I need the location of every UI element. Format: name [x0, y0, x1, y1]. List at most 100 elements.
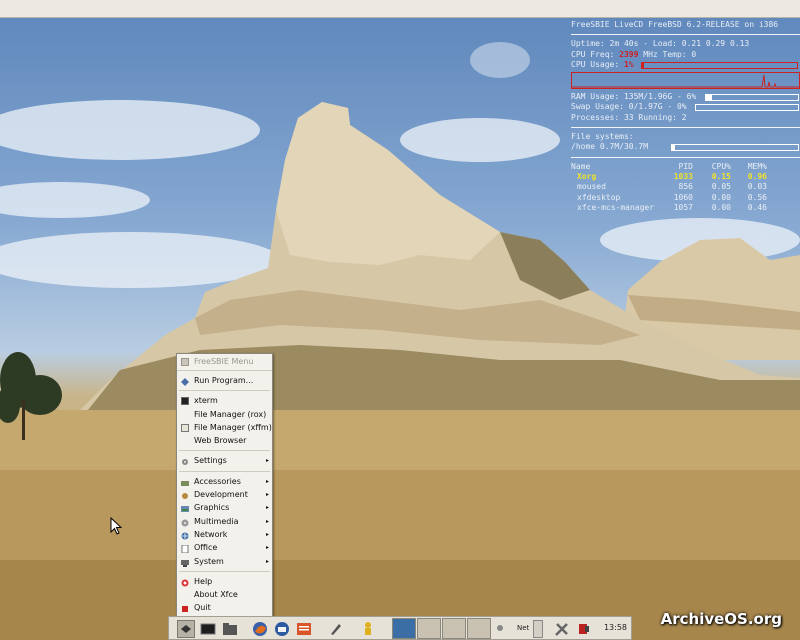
menu-separator — [179, 470, 270, 472]
terminal-icon — [181, 397, 189, 406]
workspace-3[interactable] — [442, 618, 466, 639]
help-icon — [181, 578, 189, 587]
process-pid: 1033 — [673, 171, 693, 181]
terminal-icon — [200, 623, 216, 635]
xfce-mouse-icon — [181, 625, 191, 633]
folder-icon — [223, 623, 237, 635]
monitor-divider — [571, 34, 800, 36]
freesbie-logo-icon — [181, 358, 189, 366]
xfce-menu-button[interactable] — [177, 620, 195, 638]
submenu-arrow-icon: ▸ — [265, 544, 269, 552]
process-row: xfdesktop 1060 0.00 0.56 — [571, 193, 800, 203]
cpu-usage-line: CPU Usage: 1% — [571, 60, 800, 70]
clock[interactable]: 13:58 — [604, 623, 627, 632]
process-pid: 1057 — [673, 202, 693, 212]
menu-item-file-manager-rox[interactable]: File Manager (rox) — [177, 408, 272, 421]
net-load-label: Net — [517, 624, 530, 632]
process-name: Xorg — [577, 171, 597, 181]
fs-text: /home 0.7M/30.7M — [571, 142, 649, 152]
process-cpu: 0.05 — [711, 182, 731, 192]
process-cpu: 0.15 — [711, 171, 731, 181]
workspace-2[interactable] — [417, 618, 441, 639]
menu-item-xterm[interactable]: xterm — [177, 394, 272, 407]
swap-bar — [695, 104, 799, 112]
cpu-freq-line: CPU Freq: 2399 MHz Temp: 0 — [571, 50, 800, 60]
notify-dot-icon — [497, 625, 503, 631]
menu-item-label: Multimedia — [194, 516, 239, 526]
menu-item-run-program[interactable]: Run Program... — [177, 374, 272, 387]
cpu-freq-unit: MHz Temp: 0 — [638, 49, 697, 59]
ram-line: RAM Usage: 135M/1.96G - 6% — [571, 92, 800, 102]
process-pid: 856 — [678, 182, 693, 192]
menu-item-multimedia[interactable]: Multimedia ▸ — [177, 515, 272, 528]
submenu-arrow-icon: ▸ — [265, 557, 269, 565]
help-launcher[interactable] — [359, 620, 377, 638]
fs-bar — [671, 144, 799, 152]
swap-line: Swap Usage: 0/1.97G - 0% — [571, 102, 800, 112]
watermark: ArchiveOS.org — [660, 610, 782, 628]
process-mem: 0.96 — [747, 171, 767, 181]
file-manager-launcher[interactable] — [221, 620, 239, 638]
monitor-divider — [571, 156, 800, 158]
process-name: xfdesktop — [577, 192, 621, 202]
menu-item-file-manager-xffm[interactable]: File Manager (xffm) — [177, 421, 272, 434]
taskbar: Net 13:58 — [168, 616, 632, 640]
col-cpu: CPU% — [711, 161, 731, 171]
cpu-usage-label: CPU Usage: — [571, 59, 624, 69]
help-figure-icon — [365, 622, 371, 635]
submenu-arrow-icon: ▸ — [265, 517, 269, 525]
terminal-launcher[interactable] — [199, 620, 217, 638]
net-load-meter[interactable] — [533, 620, 543, 638]
pen-icon — [331, 624, 341, 635]
menu-separator — [179, 390, 270, 392]
menu-item-label: File Manager (xffm) — [194, 422, 272, 432]
menu-item-graphics[interactable]: Graphics ▸ — [177, 501, 272, 514]
fs-title: File systems: — [571, 132, 634, 142]
monitor-header: FreeSBIE LiveCD FreeBSD 6.2-RELEASE on i… — [571, 20, 779, 29]
process-mem: 0.03 — [747, 182, 767, 192]
process-cpu: 0.00 — [711, 192, 731, 202]
menu-item-quit[interactable]: Quit — [177, 601, 272, 614]
menu-title: FreeSBIE Menu — [177, 354, 272, 371]
menu-item-office[interactable]: Office ▸ — [177, 541, 272, 554]
quit-icon — [181, 604, 189, 613]
menu-item-web-browser[interactable]: Web Browser — [177, 434, 272, 447]
menu-item-help[interactable]: Help — [177, 575, 272, 588]
office-launcher[interactable] — [295, 620, 313, 638]
menu-item-label: Web Browser — [194, 436, 247, 446]
mail-launcher[interactable] — [273, 620, 291, 638]
menu-item-settings[interactable]: Settings ▸ — [177, 454, 272, 467]
workspace-4[interactable] — [467, 618, 491, 639]
settings-launcher[interactable] — [553, 620, 571, 638]
freesbie-menu: FreeSBIE Menu Run Program... xterm File … — [176, 353, 273, 618]
menu-item-accessories[interactable]: Accessories ▸ — [177, 475, 272, 488]
menu-item-label: Development — [194, 490, 248, 500]
workspace-1[interactable] — [392, 618, 416, 639]
menu-item-label: File Manager (rox) — [194, 409, 267, 419]
process-mem: 0.56 — [747, 192, 767, 202]
quit-launcher[interactable] — [575, 620, 593, 638]
submenu-arrow-icon: ▸ — [265, 491, 269, 499]
mouse-pointer-icon — [110, 517, 122, 535]
process-row: Xorg 1033 0.15 0.96 — [571, 172, 800, 182]
menu-item-label: Network — [194, 529, 228, 539]
pen-launcher[interactable] — [327, 620, 345, 638]
menu-item-development[interactable]: Development ▸ — [177, 488, 272, 501]
menu-separator — [179, 450, 270, 452]
col-pid: PID — [678, 161, 693, 171]
menu-title-text: FreeSBIE Menu — [194, 357, 254, 366]
menu-item-about-xfce[interactable]: About Xfce — [177, 588, 272, 601]
submenu-arrow-icon: ▸ — [265, 530, 269, 538]
menu-item-network[interactable]: Network ▸ — [177, 528, 272, 541]
settings-icon — [181, 457, 189, 466]
office-icon — [181, 544, 189, 554]
development-icon — [181, 491, 189, 500]
menu-separator — [179, 570, 270, 572]
browser-launcher[interactable] — [251, 620, 269, 638]
menu-item-label: Run Program... — [194, 376, 254, 385]
cpu-usage-bar — [641, 61, 798, 69]
col-name: Name — [571, 161, 591, 171]
menu-item-system[interactable]: System ▸ — [177, 555, 272, 568]
process-table-header: Name PID CPU% MEM% — [571, 162, 800, 172]
run-icon — [181, 377, 189, 386]
